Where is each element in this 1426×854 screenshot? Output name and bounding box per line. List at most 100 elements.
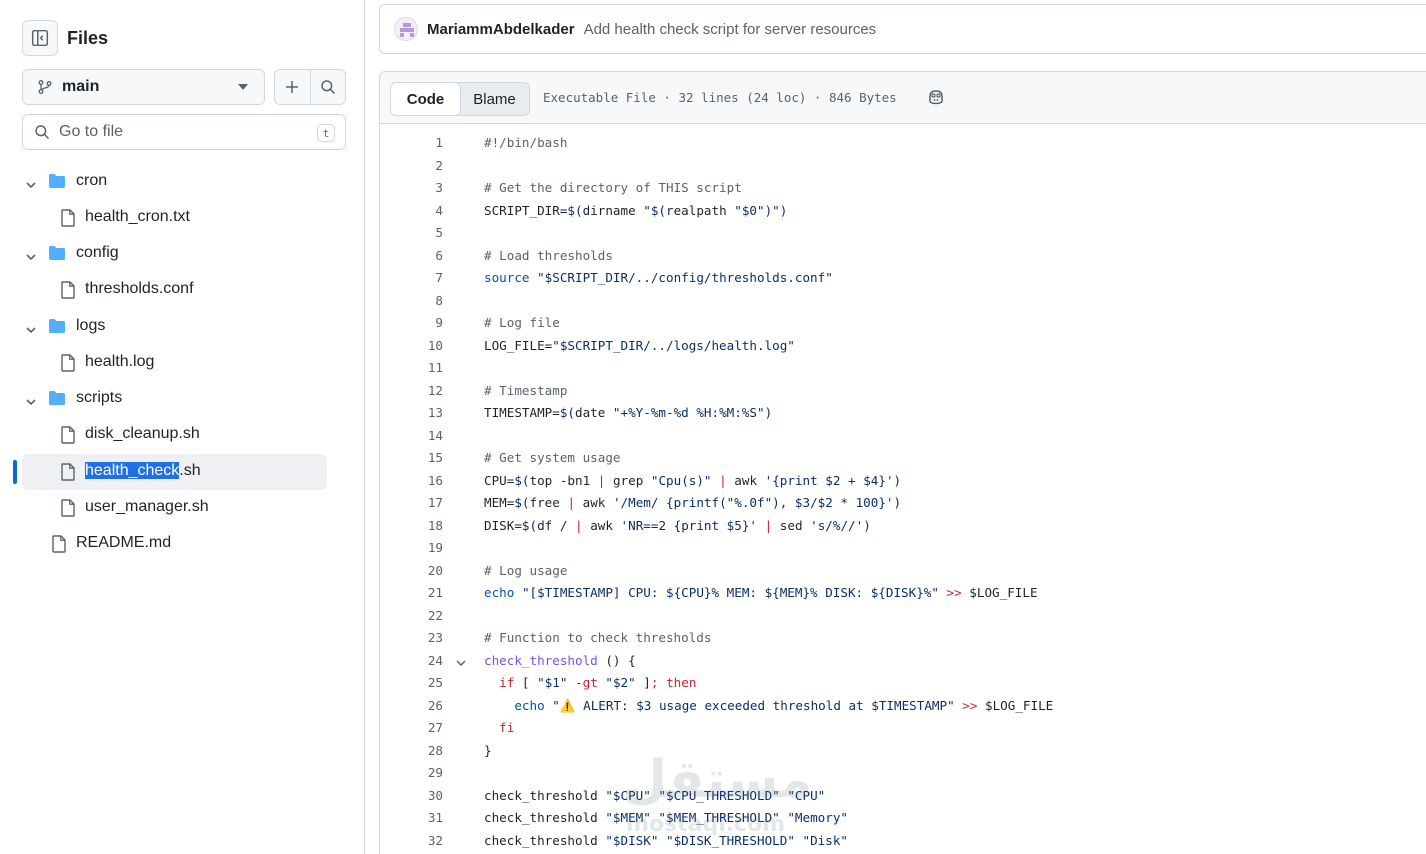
- line-number[interactable]: 7: [380, 270, 443, 285]
- line-number[interactable]: 10: [380, 338, 443, 353]
- search-icon: [321, 80, 335, 95]
- tree-file-README-md[interactable]: README.md: [22, 526, 327, 562]
- line-number[interactable]: 20: [380, 563, 443, 578]
- code-line: 15 # Get system usage: [380, 447, 1426, 469]
- folder-icon: [48, 173, 66, 194]
- code-line: 18 DISK=$(df / | awk 'NR==2 {print $5}' |…: [380, 515, 1426, 537]
- line-number[interactable]: 30: [380, 788, 443, 803]
- code-line: 29: [380, 762, 1426, 784]
- chevron-down-icon[interactable]: [25, 249, 37, 267]
- code-line: 6 # Load thresholds: [380, 245, 1426, 267]
- plus-icon: [286, 81, 299, 93]
- code-line: 3 # Get the directory of THIS script: [380, 177, 1426, 199]
- line-number[interactable]: 1: [380, 135, 443, 150]
- tab-blame[interactable]: Blame: [460, 83, 529, 115]
- line-number[interactable]: 28: [380, 743, 443, 758]
- active-item-indicator: [13, 460, 17, 484]
- code-line: 32 check_threshold "$DISK" "$DISK_THRESHO…: [380, 830, 1426, 852]
- code-line: 4 SCRIPT_DIR=$(dirname "$(realpath "$0")"…: [380, 200, 1426, 222]
- tree-folder-scripts[interactable]: scripts: [22, 381, 327, 417]
- line-number[interactable]: 32: [380, 833, 443, 848]
- line-number[interactable]: 17: [380, 495, 443, 510]
- line-number[interactable]: 23: [380, 630, 443, 645]
- code-text: TIMESTAMP=$(date "+%Y-%m-%d %H:%M:%S"): [484, 405, 773, 420]
- tree-item-label: health.log: [85, 353, 155, 370]
- commit-author-link[interactable]: MariammAbdelkader: [427, 21, 575, 38]
- file-actions-group: [274, 69, 346, 105]
- code-text: #!/bin/bash: [484, 135, 568, 150]
- line-number[interactable]: 6: [380, 248, 443, 263]
- go-to-file-input[interactable]: Go to file t: [22, 114, 346, 150]
- code-line: 30 check_threshold "$CPU" "$CPU_THRESHOLD…: [380, 785, 1426, 807]
- tree-file-health_check-sh[interactable]: health_check.sh: [22, 454, 327, 490]
- tree-item-label: scripts: [76, 389, 123, 406]
- tree-folder-logs[interactable]: logs: [22, 309, 327, 345]
- code-text: check_threshold "$DISK" "$DISK_THRESHOLD…: [484, 832, 848, 848]
- line-number[interactable]: 29: [380, 765, 443, 780]
- line-number[interactable]: 2: [380, 158, 443, 173]
- line-number[interactable]: 22: [380, 608, 443, 623]
- tree-folder-config[interactable]: config: [22, 236, 327, 272]
- code-text: source "$SCRIPT_DIR/../config/thresholds…: [484, 270, 833, 285]
- code-line: 27 fi: [380, 717, 1426, 739]
- line-number[interactable]: 24: [380, 653, 443, 668]
- line-number[interactable]: 9: [380, 315, 443, 330]
- line-number[interactable]: 27: [380, 720, 443, 735]
- code-line: 10 LOG_FILE="$SCRIPT_DIR/../logs/health.l…: [380, 335, 1426, 357]
- line-number[interactable]: 3: [380, 180, 443, 195]
- tree-file-health_cron-txt[interactable]: health_cron.txt: [22, 200, 327, 236]
- line-number[interactable]: 12: [380, 383, 443, 398]
- code-line: 23 # Function to check thresholds: [380, 627, 1426, 649]
- tree-file-disk_cleanup-sh[interactable]: disk_cleanup.sh: [22, 417, 327, 453]
- line-number[interactable]: 15: [380, 450, 443, 465]
- code-text: check_threshold () {: [484, 652, 636, 668]
- view-mode-toggle: Code Blame: [390, 82, 530, 116]
- code-line: 19: [380, 537, 1426, 559]
- line-number[interactable]: 26: [380, 698, 443, 713]
- chevron-down-icon[interactable]: [25, 177, 37, 195]
- folder-icon: [48, 390, 66, 411]
- code-text: # Get the directory of THIS script: [484, 180, 742, 195]
- code-text: LOG_FILE="$SCRIPT_DIR/../logs/health.log…: [484, 337, 795, 353]
- code-line: 1 #!/bin/bash: [380, 132, 1426, 154]
- tab-code[interactable]: Code: [390, 82, 461, 116]
- tree-file-thresholds-conf[interactable]: thresholds.conf: [22, 272, 327, 308]
- tree-file-health-log[interactable]: health.log: [22, 345, 327, 381]
- tree-item-label: cron: [76, 172, 108, 189]
- branch-selector[interactable]: main: [22, 69, 265, 105]
- chevron-down-icon[interactable]: [25, 322, 37, 340]
- line-number[interactable]: 18: [380, 518, 443, 533]
- code-line: 7 source "$SCRIPT_DIR/../config/threshold…: [380, 267, 1426, 289]
- tree-file-user_manager-sh[interactable]: user_manager.sh: [22, 490, 327, 526]
- line-number[interactable]: 25: [380, 675, 443, 690]
- collapse-sidebar-button[interactable]: [22, 20, 58, 56]
- code-line: 26 echo "⚠️ ALERT: $3 usage exceeded thr…: [380, 695, 1426, 717]
- code-text: # Load thresholds: [484, 247, 613, 263]
- line-number[interactable]: 5: [380, 225, 443, 240]
- avatar[interactable]: [394, 17, 418, 41]
- line-number[interactable]: 13: [380, 405, 443, 420]
- tree-item-label: health_check.sh: [85, 462, 201, 480]
- add-file-button[interactable]: [275, 70, 310, 104]
- code-text: }: [484, 742, 492, 758]
- line-number[interactable]: 19: [380, 540, 443, 555]
- latest-commit-bar: MariammAbdelkader Add health check scrip…: [379, 4, 1426, 54]
- line-number[interactable]: 4: [380, 203, 443, 218]
- copilot-icon[interactable]: [927, 88, 945, 111]
- line-number[interactable]: 16: [380, 473, 443, 488]
- line-number[interactable]: 21: [380, 585, 443, 600]
- fold-chevron-icon[interactable]: [455, 656, 467, 671]
- file-header: Code Blame Executable File · 32 lines (2…: [380, 72, 1426, 124]
- line-number[interactable]: 8: [380, 293, 443, 308]
- chevron-down-icon[interactable]: [25, 394, 37, 412]
- line-number[interactable]: 14: [380, 428, 443, 443]
- file-viewer: Code Blame Executable File · 32 lines (2…: [379, 71, 1426, 854]
- file-icon: [60, 499, 76, 522]
- line-number[interactable]: 11: [380, 360, 443, 375]
- commit-message-link[interactable]: Add health check script for server resou…: [584, 21, 877, 38]
- search-code-button[interactable]: [309, 70, 346, 104]
- file-tree-panel: Files main Go to file t cron health_cron.…: [0, 0, 365, 854]
- line-number[interactable]: 31: [380, 810, 443, 825]
- branch-name: main: [62, 78, 100, 95]
- tree-folder-cron[interactable]: cron: [22, 164, 327, 200]
